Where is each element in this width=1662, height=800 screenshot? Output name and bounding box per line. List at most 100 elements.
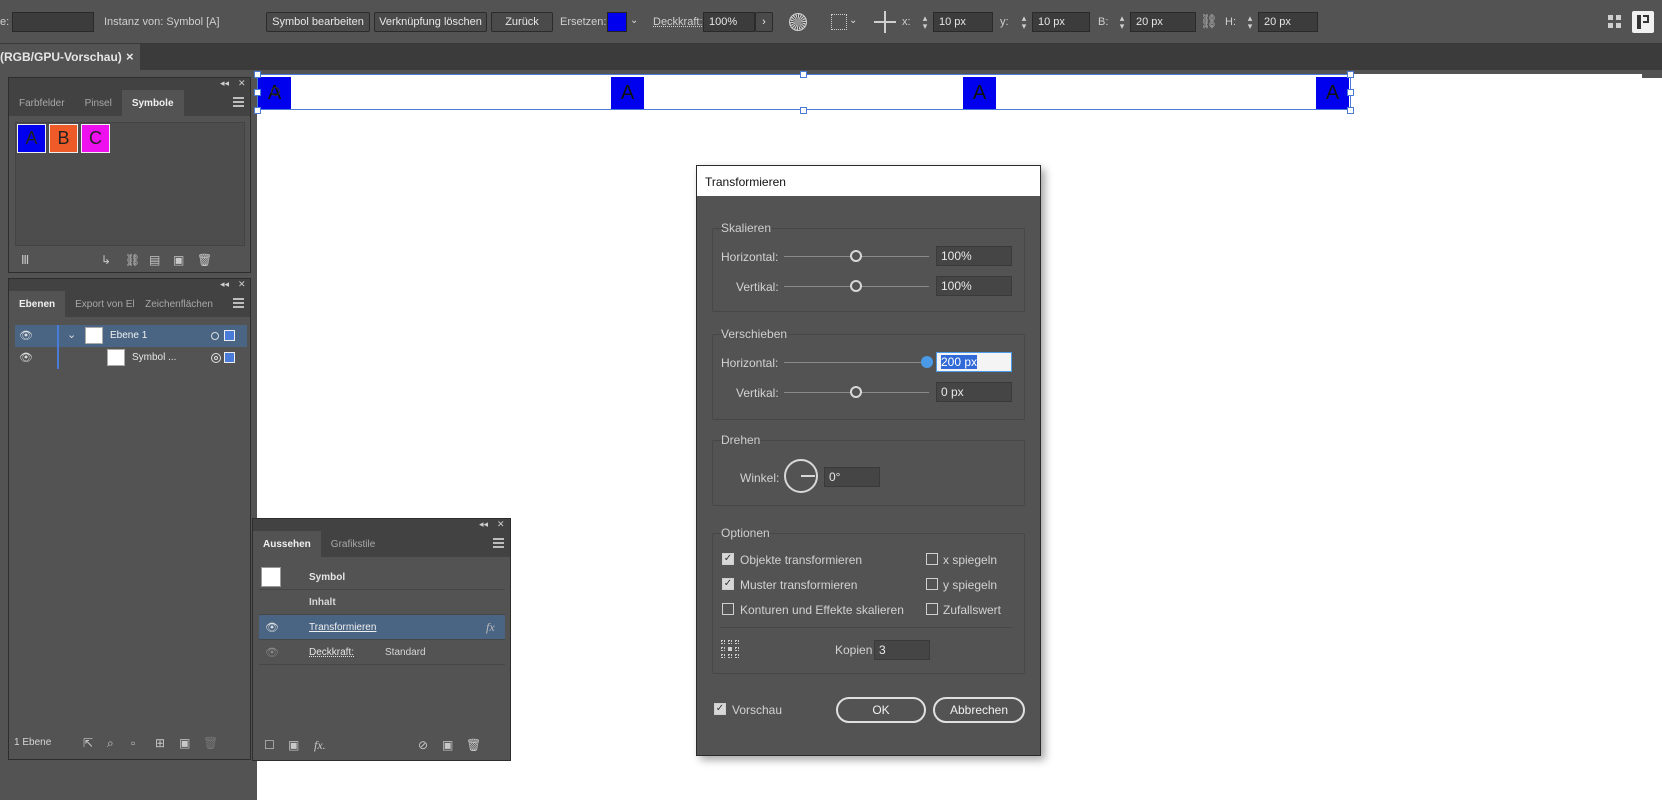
panel-menu-icon[interactable]	[493, 538, 504, 548]
break-link-button[interactable]: Verknüpfung löschen	[374, 12, 487, 32]
selection-indicator-icon[interactable]	[224, 352, 235, 363]
symbol-library-icon[interactable]: Ⅲ	[21, 253, 29, 267]
collapse-icon[interactable]: ◂◂	[220, 279, 229, 290]
arrange-panels-icon[interactable]	[1608, 15, 1621, 28]
chevron-down-icon[interactable]: ⌄	[849, 15, 857, 26]
tab-artboards[interactable]: Zeichenflächen	[135, 291, 215, 317]
height-stepper[interactable]: ▴ ▾	[1245, 14, 1255, 31]
appearance-content-row[interactable]: Inhalt	[259, 590, 505, 615]
appearance-opacity-row[interactable]: 👁 Deckkraft: Standard	[259, 640, 505, 665]
align-grid-icon[interactable]	[831, 14, 847, 30]
replace-symbol-swatch[interactable]	[607, 12, 627, 32]
symbol-options-icon[interactable]: ▤	[149, 253, 160, 267]
resize-handle[interactable]	[1347, 71, 1354, 78]
opacity-field[interactable]: 100%	[703, 12, 755, 32]
sublayer-row[interactable]: 👁 Symbol ...	[15, 347, 247, 369]
fx-icon[interactable]: fx.	[314, 738, 326, 753]
reference-point-icon[interactable]	[874, 11, 896, 33]
random-checkbox[interactable]	[926, 603, 938, 615]
tab-graphic-styles[interactable]: Grafikstile	[321, 531, 385, 557]
selection-indicator-icon[interactable]	[224, 330, 235, 341]
reflect-y-checkbox[interactable]	[926, 578, 938, 590]
transform-patterns-checkbox[interactable]: ✓	[722, 578, 734, 590]
trash-icon[interactable]: 🗑	[203, 736, 218, 750]
eye-icon[interactable]: 👁	[19, 351, 33, 364]
resize-handle[interactable]	[1347, 107, 1354, 114]
y-field[interactable]: 10 px	[1032, 12, 1090, 32]
symbol-item-c[interactable]: C	[81, 124, 110, 153]
close-icon[interactable]: ✕	[238, 78, 246, 89]
appearance-content-label[interactable]: Inhalt	[309, 597, 336, 608]
resize-handle[interactable]	[254, 71, 261, 78]
panel-menu-icon[interactable]	[233, 298, 244, 308]
tab-layers[interactable]: Ebenen	[9, 291, 66, 317]
transform-effect-link[interactable]: Transformieren	[309, 622, 376, 633]
move-horizontal-field[interactable]: 200 px	[936, 352, 1012, 372]
new-stroke-icon[interactable]: ☐	[264, 738, 275, 752]
collapse-icon[interactable]: ◂◂	[220, 78, 229, 89]
move-horizontal-slider[interactable]	[784, 362, 929, 363]
link-proportions-icon[interactable]: ⛓	[1200, 13, 1218, 30]
resize-handle[interactable]	[800, 71, 807, 78]
chevron-down-icon[interactable]: ⌄	[67, 328, 76, 341]
locate-object-icon[interactable]: ⌕	[107, 736, 114, 751]
target-icon[interactable]	[211, 332, 219, 340]
width-stepper[interactable]: ▴ ▾	[1117, 14, 1127, 31]
tab-appearance[interactable]: Aussehen	[253, 531, 321, 557]
new-symbol-icon[interactable]: ▣	[173, 253, 184, 267]
fx-icon[interactable]: fx	[486, 620, 495, 635]
scale-vertical-field[interactable]: 100%	[936, 276, 1012, 296]
place-symbol-icon[interactable]: ↳	[101, 253, 111, 267]
scale-horizontal-knob[interactable]	[850, 250, 862, 262]
copies-field[interactable]: 3	[874, 640, 930, 660]
x-stepper[interactable]: ▴ ▾	[920, 14, 930, 31]
clipping-mask-icon[interactable]: ▫	[131, 736, 135, 750]
opacity-label[interactable]: Deckkraft:	[309, 647, 354, 658]
edit-symbol-button[interactable]: Symbol bearbeiten	[266, 12, 370, 32]
scale-horizontal-field[interactable]: 100%	[936, 246, 1012, 266]
height-field[interactable]: 20 px	[1258, 12, 1318, 32]
export-icon[interactable]: ⇱	[83, 736, 93, 750]
symbol-item-a[interactable]: A	[17, 124, 46, 153]
close-icon[interactable]: ✕	[238, 279, 246, 290]
new-sublayer-icon[interactable]: ⊞	[155, 736, 165, 750]
trash-icon[interactable]: 🗑	[466, 738, 481, 752]
panel-menu-icon[interactable]	[233, 97, 244, 107]
trash-icon[interactable]: 🗑	[197, 253, 212, 267]
resize-handle[interactable]	[254, 107, 261, 114]
close-icon[interactable]: ×	[126, 49, 134, 64]
eye-icon[interactable]: 👁	[265, 621, 279, 634]
back-button[interactable]: Zurück	[491, 12, 553, 32]
center-point-icon[interactable]	[271, 87, 280, 96]
target-icon[interactable]	[211, 353, 221, 363]
preview-checkbox[interactable]: ✓	[714, 703, 726, 715]
resize-handle[interactable]	[1347, 89, 1354, 96]
cancel-button[interactable]: Abbrechen	[933, 697, 1025, 723]
scale-vertical-knob[interactable]	[850, 280, 862, 292]
sublayer-name[interactable]: Symbol ...	[132, 352, 176, 363]
recolor-icon[interactable]	[789, 13, 807, 31]
chevron-down-icon[interactable]: ⌄	[630, 15, 638, 26]
eye-icon[interactable]: 👁	[265, 646, 279, 659]
clear-appearance-icon[interactable]: ⊘	[418, 738, 428, 752]
resize-handle[interactable]	[254, 89, 261, 96]
appearance-transform-row[interactable]: 👁 Transformieren fx	[259, 615, 505, 640]
new-layer-icon[interactable]: ▣	[179, 736, 190, 750]
width-field[interactable]: 20 px	[1130, 12, 1196, 32]
chevron-right-icon[interactable]: ›	[755, 12, 773, 32]
eye-icon[interactable]: 👁	[19, 329, 33, 342]
tab-brushes[interactable]: Pinsel	[75, 90, 122, 116]
layer-name[interactable]: Ebene 1	[110, 330, 147, 341]
collapse-icon[interactable]: ◂◂	[479, 519, 488, 530]
resize-handle[interactable]	[800, 107, 807, 114]
scale-strokes-checkbox[interactable]	[722, 603, 734, 615]
selection-bounding-box[interactable]	[257, 74, 1351, 110]
duplicate-item-icon[interactable]: ▣	[442, 738, 453, 752]
ok-button[interactable]: OK	[836, 697, 926, 723]
transform-objects-checkbox[interactable]: ✓	[722, 553, 734, 565]
rotate-angle-field[interactable]: 0°	[824, 467, 880, 487]
name-field[interactable]	[12, 12, 94, 32]
move-vertical-knob[interactable]	[850, 386, 862, 398]
move-vertical-field[interactable]: 0 px	[936, 382, 1012, 402]
document-tab[interactable]: (RGB/GPU-Vorschau) ×	[0, 44, 140, 70]
